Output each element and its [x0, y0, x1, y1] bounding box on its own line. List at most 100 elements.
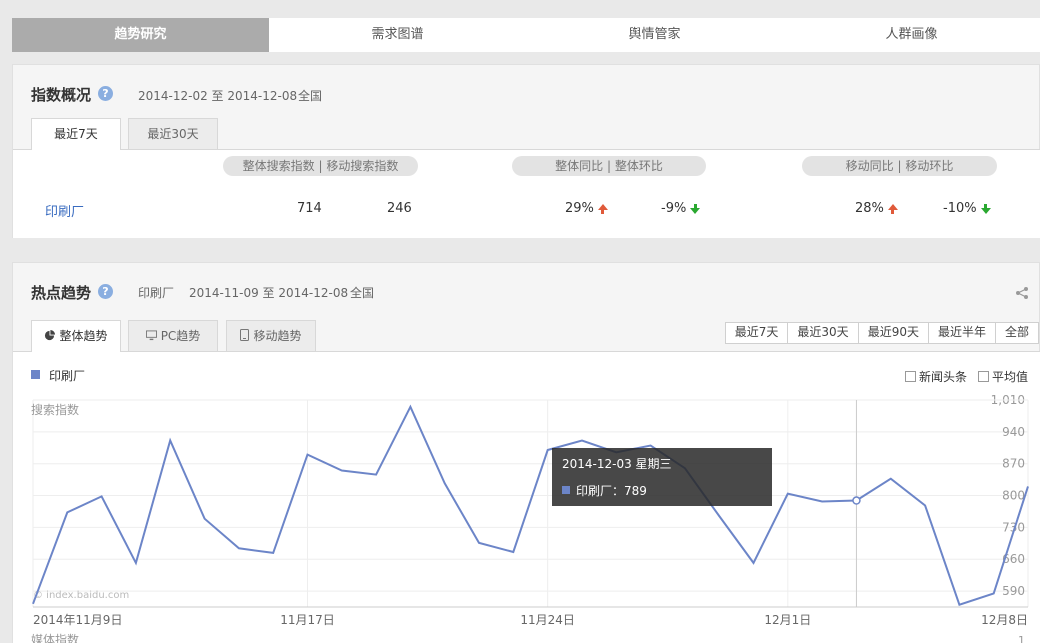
data-point: [785, 491, 791, 497]
data-point: [373, 472, 379, 478]
overall-mom-value: -9%: [661, 201, 687, 216]
y-tick-label: 870: [1002, 457, 1025, 471]
trend-keyword: 印刷厂: [138, 286, 175, 300]
tooltip-value: 印刷厂：789: [576, 484, 647, 498]
data-point: [991, 590, 997, 596]
chart-tooltip: 2014-12-03 星期三 印刷厂：789: [552, 448, 772, 506]
data-point: [64, 509, 70, 515]
mobile-mom-value: -10%: [943, 201, 977, 216]
trend-region: 全国: [350, 286, 375, 300]
overall-mom: -9%: [661, 201, 701, 216]
arrow-up-icon: [597, 204, 608, 214]
tab-mobile-trend-label: 移动趋势: [253, 329, 302, 343]
range-30-days[interactable]: 最近30天: [788, 323, 859, 343]
trend-panel: 热点趋势 ? 印刷厂 2014-11-09 至 2014-12-08 全国 整体…: [12, 262, 1040, 643]
range-90-days[interactable]: 最近90天: [859, 323, 929, 343]
line-chart: 5906607308008709401,010 搜索指数 © index.bai…: [30, 393, 1031, 643]
tab-mobile-trend[interactable]: 移动趋势: [226, 320, 316, 351]
overview-title: 指数概况: [31, 86, 92, 104]
nav-tab-persona[interactable]: 人群画像: [783, 18, 1040, 52]
data-point: [304, 452, 310, 458]
top-nav: 趋势研究 需求图谱 舆情管家 人群画像: [12, 18, 1040, 52]
x-tick-label: 2014年11月9日: [33, 613, 122, 627]
nav-tab-demand[interactable]: 需求图谱: [269, 18, 526, 52]
header-overall-change: 整体同比 | 整体环比: [512, 156, 706, 176]
nav-tab-sentiment[interactable]: 舆情管家: [526, 18, 783, 52]
keyword-link[interactable]: 印刷厂: [45, 201, 84, 220]
arrow-up-icon: [887, 204, 898, 214]
data-point: [510, 549, 516, 555]
data-point: [922, 503, 928, 509]
range-7-days[interactable]: 最近7天: [726, 323, 789, 343]
data-point: [339, 468, 345, 474]
data-point: [956, 602, 962, 608]
overview-panel: 指数概况 ? 2014-12-02 至 2014-12-08 全国 最近7天 最…: [12, 64, 1040, 238]
help-icon[interactable]: ?: [98, 86, 113, 101]
x-tick-label: 11月24日: [520, 613, 575, 627]
data-point: [133, 560, 139, 566]
range-all[interactable]: 全部: [996, 323, 1038, 343]
series-line-印刷厂: [32, 404, 1029, 606]
trend-date-range: 2014-11-09 至 2014-12-08: [189, 286, 349, 300]
data-point: [716, 513, 722, 519]
pie-chart-icon: [45, 330, 56, 341]
x-tick-label: 12月1日: [764, 613, 811, 627]
tab-overall-trend-label: 整体趋势: [59, 329, 108, 343]
media-index-label: 媒体指数: [31, 632, 79, 643]
overview-table: 整体搜索指数 | 移动搜索指数 整体同比 | 整体环比 移动同比 | 移动环比 …: [13, 149, 1040, 238]
arrow-down-icon: [690, 204, 701, 214]
time-range-selector: 最近7天 最近30天 最近90天 最近半年 全部: [724, 322, 1039, 344]
overall-search-value: 714: [297, 201, 322, 216]
watermark: © index.baidu.com: [33, 590, 129, 601]
tab-pc-trend-label: PC趋势: [160, 329, 201, 343]
x-tick-label: 12月8日: [981, 613, 1028, 627]
data-point: [202, 516, 208, 522]
chart-area: 印刷厂 新闻头条 平均值 590 660 730 800 870 940 1,010 搜索指…: [13, 351, 1040, 643]
mobile-mom: -10%: [943, 201, 991, 216]
overall-yoy-value: 29%: [565, 201, 594, 216]
data-point: [167, 437, 173, 443]
x-tick-label: 11月17日: [280, 613, 335, 627]
data-point: [579, 437, 585, 443]
tab-overall-trend[interactable]: 整体趋势: [31, 320, 121, 352]
data-point: [99, 493, 105, 499]
mobile-yoy-value: 28%: [855, 201, 884, 216]
help-icon[interactable]: ?: [98, 284, 113, 299]
data-point: [751, 560, 757, 566]
data-point: [407, 404, 413, 410]
y-axis-label: 搜索指数: [31, 402, 79, 417]
data-point: [888, 476, 894, 482]
y-tick-label: 590: [1002, 584, 1025, 598]
overall-yoy: 29%: [565, 201, 608, 216]
data-point: [442, 480, 448, 486]
media-index-value: 1: [1018, 634, 1025, 643]
share-icon[interactable]: [1015, 286, 1029, 300]
nav-tab-trend[interactable]: 趋势研究: [12, 18, 269, 52]
y-tick-label: 800: [1002, 489, 1025, 503]
data-point: [30, 601, 36, 607]
mobile-yoy: 28%: [855, 201, 898, 216]
tab-last-30-days[interactable]: 最近30天: [128, 118, 218, 149]
header-search-index: 整体搜索指数 | 移动搜索指数: [223, 156, 418, 176]
trend-title: 热点趋势: [31, 284, 92, 302]
arrow-down-icon: [980, 204, 991, 214]
data-point: [1025, 483, 1031, 489]
data-point: [476, 540, 482, 546]
tab-last-7-days[interactable]: 最近7天: [31, 118, 121, 150]
range-half-year[interactable]: 最近半年: [929, 323, 996, 343]
data-point: [819, 498, 825, 504]
data-point: [236, 545, 242, 551]
monitor-icon: [145, 330, 157, 341]
mobile-search-value: 246: [387, 201, 412, 216]
tooltip-swatch: [562, 486, 570, 494]
header-mobile-change: 移动同比 | 移动环比: [802, 156, 997, 176]
tab-pc-trend[interactable]: PC趋势: [128, 320, 218, 351]
data-point: [545, 447, 551, 453]
highlight-point: [852, 496, 861, 505]
data-point: [270, 550, 276, 556]
overview-date-range: 2014-12-02 至 2014-12-08: [138, 89, 298, 103]
tooltip-date: 2014-12-03 星期三: [562, 457, 672, 471]
overview-region: 全国: [298, 89, 323, 103]
mobile-icon: [240, 329, 250, 341]
y-tick-label: 940: [1002, 425, 1025, 439]
